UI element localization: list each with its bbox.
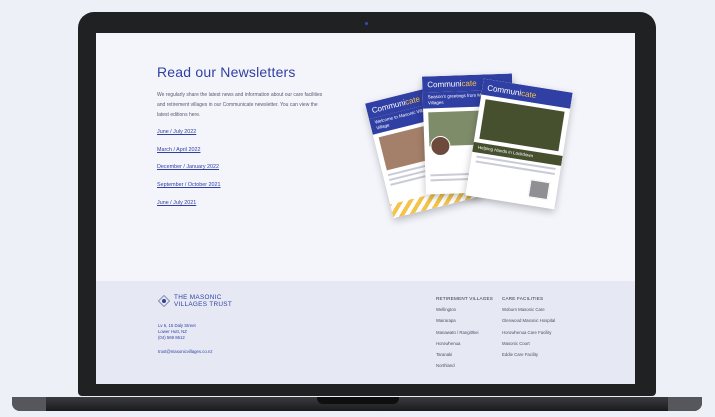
retirement-link-northland[interactable]: Northland: [436, 363, 493, 368]
footer-logo-text[interactable]: THE MASONIC VILLAGES TRUST: [174, 294, 232, 308]
logo-line-1: THE MASONIC: [174, 294, 222, 301]
newsletter-link-december-january-2022[interactable]: December / January 2022: [157, 164, 221, 170]
newsletter-link-june-july-2021[interactable]: June / July 2021: [157, 200, 221, 206]
laptop-base-edge-right: [668, 397, 702, 411]
care-link-eddie[interactable]: Eddie Care Facility: [502, 352, 555, 357]
newsletter-description: We regularly share the latest news and i…: [157, 92, 323, 118]
newsletter-cover-right: Communicate Helping Hands in Lockdown: [465, 78, 573, 210]
retirement-link-wairarapa[interactable]: Wairarapa: [436, 318, 493, 323]
camera-icon: [365, 22, 368, 25]
phone-number[interactable]: (04) 569 8612: [158, 335, 196, 341]
footer-retirement-column: RETIREMENT VILLAGES Wellington Wairarapa…: [436, 296, 493, 375]
care-link-glenwood[interactable]: Glenwood Masonic Hospital: [502, 318, 555, 323]
newsletter-links: June / July 2022 March / April 2022 Dece…: [157, 129, 221, 217]
newsletter-link-june-july-2022[interactable]: June / July 2022: [157, 129, 221, 135]
care-heading: CARE FACILITIES: [502, 296, 544, 301]
retirement-heading: RETIREMENT VILLAGES: [436, 296, 494, 301]
laptop-screen: Read our Newsletters We regularly share …: [96, 33, 635, 384]
care-link-horowhenua[interactable]: Horowhenua Care Facility: [502, 330, 555, 335]
newsletter-link-march-april-2022[interactable]: March / April 2022: [157, 147, 221, 153]
retirement-link-wellington[interactable]: Wellington: [436, 307, 493, 312]
laptop-base-edge-left: [12, 397, 46, 411]
retirement-link-horowhenua[interactable]: Horowhenua: [436, 341, 493, 346]
care-link-masonic-court[interactable]: Masonic Court: [502, 341, 555, 346]
portrait-photo: [430, 135, 451, 157]
masonic-logo-icon: [158, 295, 170, 307]
care-link-woburn[interactable]: Woburn Masonic Care: [502, 307, 555, 312]
newsletter-link-september-october-2021[interactable]: September / October 2021: [157, 182, 221, 188]
logo-line-2: VILLAGES TRUST: [174, 301, 233, 308]
portrait-photo: [527, 179, 551, 201]
laptop-notch: [317, 397, 399, 404]
site-footer: THE MASONIC VILLAGES TRUST Lv 6, 15 Daly…: [96, 281, 635, 384]
page-title: Read our Newsletters: [157, 64, 296, 80]
retirement-link-manawatu[interactable]: Manawatū / Rangitīkei: [436, 330, 493, 335]
footer-care-column: CARE FACILITIES Woburn Masonic Care Glen…: [502, 296, 555, 363]
footer-email-link[interactable]: trust@masonicvillages.co.nz: [158, 349, 213, 354]
footer-address: Lv 6, 15 Daly Street Lower Hutt, NZ (04)…: [158, 323, 196, 341]
retirement-link-taranaki[interactable]: Taranaki: [436, 352, 493, 357]
cover-photo: [479, 99, 565, 152]
